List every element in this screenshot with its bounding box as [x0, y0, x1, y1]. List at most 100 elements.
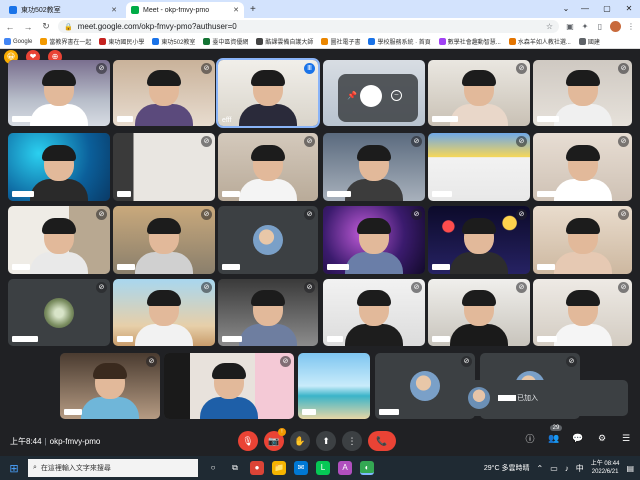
bookmark-item[interactable]: 學校服務系統 · 首頁 [368, 37, 431, 46]
participant-tile[interactable]: ⊘ [428, 133, 530, 201]
lock-icon[interactable]: 🔒 [64, 23, 73, 31]
participant-name-redacted [222, 264, 240, 270]
tab-search-icon[interactable]: ⌄ [558, 0, 574, 18]
participant-tile[interactable]: ⊘ [113, 133, 215, 201]
cortana-icon[interactable]: ○ [206, 461, 220, 475]
participant-tile[interactable]: ⊘ [428, 60, 530, 126]
menu-icon[interactable]: ⋮ [626, 22, 636, 31]
taskbar-clock[interactable]: 上午 08:44 2022/6/21 [591, 460, 620, 476]
bookmark-item[interactable]: 東功502教室 [152, 37, 195, 46]
bookmark-item[interactable]: 國建 [578, 37, 600, 46]
present-screen-button[interactable]: ⬆ [316, 431, 336, 451]
participant-tile[interactable]: ⊘ [533, 279, 632, 346]
participant-tile[interactable]: ⊘ [8, 206, 110, 274]
meeting-details-icon[interactable]: ⓘ [524, 432, 536, 445]
new-tab-button[interactable]: + [250, 2, 256, 18]
mic-toggle-button[interactable]: 🎙 [238, 431, 258, 451]
participant-tile[interactable] [298, 353, 370, 419]
minimize-button[interactable]: — [574, 0, 596, 18]
bookmark-item[interactable]: 當教界書在一起 [40, 37, 91, 46]
tray-overflow-icon[interactable]: ⌃ [536, 464, 543, 473]
bookmark-item[interactable]: 東功國民小學 [99, 37, 144, 46]
participant-tile[interactable]: ⊘ [533, 60, 632, 126]
participant-tile[interactable]: ⊘ [323, 206, 425, 274]
participant-tile[interactable]: ⊘ [60, 353, 160, 419]
file-explorer-icon[interactable]: 📁 [272, 461, 286, 475]
participant-name-redacted [327, 336, 343, 342]
clock-time: 上午 08:44 [590, 461, 620, 467]
participant-name-redacted [12, 116, 32, 122]
task-view-icon[interactable]: ⧉ [228, 461, 242, 475]
clock-date: 2022/6/21 [591, 469, 619, 475]
pin-icon[interactable]: 📌 [347, 91, 357, 100]
bookmark-item[interactable]: 酷課雲備自護大師 [256, 37, 313, 46]
bookmark-item[interactable]: 數學社會趣動智慧... [438, 37, 501, 46]
forward-button[interactable]: → [22, 22, 34, 32]
url-field[interactable]: 🔒 meet.google.com/okp-fmvy-pmo?authuser=… [58, 20, 559, 33]
bookmark-item[interactable]: 水森羊如人教社選... [508, 37, 571, 46]
tab-meet[interactable]: Meet - okp-fmvy-pmo ✕ [126, 2, 244, 18]
activities-icon[interactable]: ⚙ [596, 433, 608, 444]
participant-tile[interactable]: ⊘ [218, 133, 318, 201]
taskbar-apps: ○ ⧉ ● 📁 ✉ L A ◐ [206, 461, 374, 475]
bookmark-label: Google [13, 38, 33, 45]
tab-classroom[interactable]: 東功502教室 ✕ [4, 2, 122, 18]
bookmark-item[interactable]: 臺中區資優網 [203, 37, 248, 46]
network-icon[interactable]: ▭ [550, 464, 558, 473]
bookmark-star-icon[interactable]: ☆ [546, 22, 553, 31]
participant-tile[interactable]: ⊘ [533, 206, 632, 274]
mic-off-icon: ⊘ [516, 63, 527, 74]
participant-tile[interactable]: ⊘ [428, 206, 530, 274]
bookmark-google[interactable]: Google [4, 38, 32, 45]
line-icon[interactable]: L [316, 461, 330, 475]
participant-tile[interactable]: ⊘ [428, 279, 530, 346]
volume-icon[interactable]: ♪ [565, 464, 569, 473]
camera-permission-icon[interactable]: ▣ [565, 22, 575, 31]
self-view-button[interactable] [360, 85, 382, 107]
app-icon[interactable]: A [338, 461, 352, 475]
taskbar-search[interactable]: ⌕ 在這裡輸入文字來搜尋 [28, 459, 198, 477]
raise-hand-button[interactable]: ✋ [290, 431, 310, 451]
participant-tile[interactable] [8, 133, 110, 201]
camera-toggle-button[interactable]: 📷! [264, 428, 286, 451]
participant-tile[interactable]: ⊘ [113, 279, 215, 346]
maximize-button[interactable]: ▢ [596, 0, 618, 18]
participant-tile[interactable]: ⊘ [113, 60, 215, 126]
participant-tile[interactable]: ⊘ [533, 133, 632, 201]
participant-tile[interactable]: ⊘ [218, 279, 318, 346]
profile-avatar[interactable] [610, 21, 621, 32]
side-panel-icon[interactable]: ▯ [595, 22, 605, 31]
classroom-icon [9, 6, 17, 14]
participant-tile[interactable]: ⊘ [323, 279, 425, 346]
participant-name-redacted [222, 336, 242, 342]
participant-tile[interactable]: ⊘ [8, 60, 110, 126]
chrome-icon[interactable]: ● [250, 461, 264, 475]
mic-off-icon: ⊘ [618, 209, 629, 220]
chrome-active-icon[interactable]: ◐ [360, 461, 374, 475]
participant-tile[interactable]: Ⅲ efff [216, 58, 320, 128]
people-button[interactable]: 29 👥 [548, 425, 562, 444]
bookmark-item[interactable]: 圖社電子書 [321, 37, 360, 46]
close-icon[interactable]: ✕ [233, 6, 239, 14]
close-icon[interactable]: ✕ [111, 6, 117, 14]
chat-icon[interactable]: 💬 [572, 433, 584, 444]
weather-widget[interactable]: 29°C 多雲時晴 [484, 463, 530, 473]
start-button[interactable]: ⊞ [4, 462, 24, 475]
participant-tile[interactable]: ⊘ [8, 279, 110, 346]
ime-icon[interactable]: 中 [576, 463, 584, 474]
leave-call-button[interactable]: 📞 [368, 431, 396, 451]
back-button[interactable]: ← [4, 22, 16, 32]
participant-tile[interactable]: ⊘ [323, 133, 425, 201]
extension-puzzle-icon[interactable]: ✦ [580, 22, 590, 31]
bookmark-icon [368, 38, 376, 45]
more-options-button[interactable]: ⋮ [342, 431, 362, 451]
reload-button[interactable]: ↻ [40, 21, 52, 32]
minimize-self-view-icon[interactable]: – [391, 90, 402, 101]
close-window-button[interactable]: ✕ [618, 0, 640, 18]
host-controls-icon[interactable]: ☰ [620, 433, 632, 444]
notification-icon[interactable]: ▤ [626, 464, 634, 473]
mail-icon[interactable]: ✉ [294, 461, 308, 475]
participant-tile[interactable]: ⊘ [164, 353, 294, 419]
participant-tile[interactable]: ⊘ [113, 206, 215, 274]
participant-tile[interactable]: ⊘ [218, 206, 318, 274]
